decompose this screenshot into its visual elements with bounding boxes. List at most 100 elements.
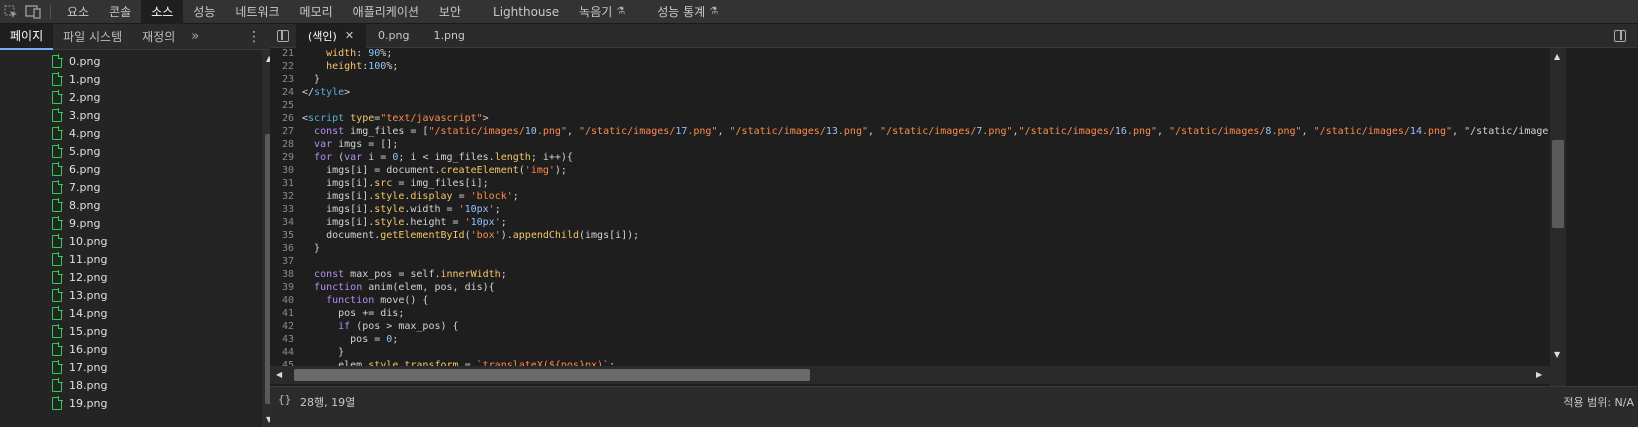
- file-tree-item[interactable]: 5.png: [52, 142, 100, 160]
- tab-panel-10[interactable]: 성능 통계 ⚗: [647, 0, 728, 24]
- tab-label: 메모리: [299, 5, 333, 19]
- tab-panel-7[interactable]: 보안: [429, 0, 471, 24]
- tab-filesystem[interactable]: 파일 시스템: [53, 24, 132, 50]
- file-tree-item[interactable]: 14.png: [52, 304, 107, 322]
- code-text: function move() {: [326, 295, 429, 306]
- toggle-debugger-icon[interactable]: [1610, 24, 1630, 48]
- file-name: 17.png: [69, 360, 108, 374]
- file-name: 19.png: [69, 396, 108, 410]
- file-name: 16.png: [69, 342, 108, 356]
- file-icon: [52, 53, 63, 68]
- tab-panel-2[interactable]: 소스: [141, 0, 184, 24]
- file-tree-item[interactable]: 1.png: [52, 70, 100, 88]
- coverage-status: 적용 범위: N/A: [1563, 396, 1634, 409]
- scroll-thumb[interactable]: [1552, 140, 1564, 228]
- scroll-right-arrow-icon[interactable]: ▶: [1536, 370, 1542, 379]
- tab-panel-0[interactable]: 요소: [57, 0, 99, 24]
- line-number: 42: [281, 321, 294, 332]
- tab-panel-1[interactable]: 콘솔: [99, 0, 141, 24]
- line-number: 31: [281, 178, 294, 189]
- scroll-up-arrow-icon[interactable]: ▲: [1554, 52, 1560, 61]
- file-icon: [52, 395, 63, 410]
- editor-horizontal-scrollbar[interactable]: ◀ ▶: [270, 366, 1550, 384]
- file-tree-item[interactable]: 2.png: [52, 88, 100, 106]
- file-tree-item[interactable]: 13.png: [52, 286, 107, 304]
- line-number: 21: [281, 48, 294, 59]
- file-tree-item[interactable]: 3.png: [52, 106, 100, 124]
- line-number: 44: [281, 347, 294, 358]
- tab-panel-9[interactable]: 녹음기 ⚗: [569, 0, 635, 24]
- toggle-navigator-icon[interactable]: [270, 24, 296, 48]
- file-tree-item[interactable]: 11.png: [52, 250, 107, 268]
- file-name: 6.png: [69, 162, 101, 176]
- code-line: 40 function move() {: [270, 295, 429, 308]
- tab-label: 소스: [151, 5, 174, 19]
- line-number: 38: [281, 269, 294, 280]
- experimental-flask-icon: ⚗: [616, 6, 626, 17]
- code-text: document.getElementById('box').appendChi…: [302, 230, 640, 241]
- scroll-down-arrow-icon[interactable]: ▼: [1554, 350, 1560, 359]
- code-line: 21 width: 90%;: [270, 48, 392, 61]
- tab-label: 콘솔: [109, 5, 132, 19]
- line-number: 27: [281, 126, 294, 137]
- file-icon: [52, 161, 63, 176]
- line-number: 22: [281, 61, 294, 72]
- tab-1-png[interactable]: 1.png: [421, 24, 476, 48]
- file-tree-item[interactable]: 18.png: [52, 376, 107, 394]
- kebab-menu-icon[interactable]: ⋮: [247, 24, 261, 50]
- line-number: 39: [281, 282, 294, 293]
- file-name: 9.png: [69, 216, 101, 230]
- code-text: function anim(elem, pos, dis){: [314, 282, 495, 293]
- tab-panel-8[interactable]: Lighthouse: [483, 0, 569, 24]
- file-name: 11.png: [69, 252, 108, 266]
- file-tree-item[interactable]: 9.png: [52, 214, 100, 232]
- file-name: 1.png: [69, 72, 101, 86]
- code-text: imgs[i].src = img_files[i];: [302, 178, 489, 189]
- file-tree-item[interactable]: 19.png: [52, 394, 107, 412]
- code-line: 22 height:100%;: [270, 61, 398, 74]
- file-tree-item[interactable]: 17.png: [52, 358, 107, 376]
- file-tree-item[interactable]: 16.png: [52, 340, 107, 358]
- file-tree-item[interactable]: 6.png: [52, 160, 100, 178]
- file-name: 13.png: [69, 288, 108, 302]
- editor-vertical-scrollbar[interactable]: ▲ ▼: [1550, 48, 1566, 389]
- tab-panel-4[interactable]: 네트워크: [225, 0, 289, 24]
- scroll-left-arrow-icon[interactable]: ◀: [276, 370, 282, 379]
- tab-panel-3[interactable]: 성능: [183, 0, 225, 24]
- tab-overrides[interactable]: 재정의: [132, 24, 185, 50]
- file-name: 2.png: [69, 90, 101, 104]
- source-editor: (색인) ✕ 0.png 1.png 21 width: 90%; 22 heig…: [270, 23, 1638, 427]
- file-tree-item[interactable]: 10.png: [52, 232, 107, 250]
- code-line: 44 }: [270, 347, 344, 360]
- line-number: 25: [281, 100, 294, 111]
- devtools-toolbar: 요소 콘솔 소스 성능 네트워크 메모리 애플리케이션 보안 Lighthouse 녹음기 ⚗ 성능 …: [0, 0, 1638, 24]
- tab-panel-6[interactable]: 애플리케이션: [343, 0, 429, 24]
- code-text: }: [302, 74, 321, 85]
- close-icon[interactable]: ✕: [345, 29, 354, 42]
- file-tree-item[interactable]: 8.png: [52, 196, 100, 214]
- status-bar: {} 28행, 19열 적용 범위: N/A: [270, 386, 1638, 427]
- inspect-element-icon[interactable]: [0, 0, 22, 24]
- more-tabs-icon[interactable]: »: [185, 29, 205, 44]
- file-icon: [52, 341, 63, 356]
- file-tree-item[interactable]: 7.png: [52, 178, 100, 196]
- file-tree-item[interactable]: 12.png: [52, 268, 107, 286]
- device-toolbar-icon[interactable]: [22, 0, 44, 24]
- file-icon: [52, 215, 63, 230]
- line-number: 29: [281, 152, 294, 163]
- tab-index[interactable]: (색인) ✕: [296, 23, 367, 48]
- file-tree-item[interactable]: 15.png: [52, 322, 107, 340]
- tab-0-png[interactable]: 0.png: [366, 24, 421, 48]
- tab-index-label: (색인): [308, 29, 337, 43]
- code-area[interactable]: 21 width: 90%; 22 height:100%; 23 } 24 </sty…: [270, 48, 1548, 389]
- file-tree-item[interactable]: 4.png: [52, 124, 100, 142]
- code-text: </style>: [302, 87, 351, 98]
- scroll-thumb[interactable]: [294, 369, 810, 381]
- code-line: 42 if (pos > max_pos) {: [270, 321, 459, 334]
- tab-label: 애플리케이션: [352, 5, 419, 19]
- pretty-print-icon[interactable]: {}: [278, 393, 291, 406]
- file-tree-item[interactable]: 0.png: [52, 52, 100, 70]
- tab-panel-5[interactable]: 메모리: [290, 0, 343, 24]
- tab-page[interactable]: 페이지: [0, 23, 54, 50]
- code-line: 35 document.getElementById('box').append…: [270, 230, 639, 243]
